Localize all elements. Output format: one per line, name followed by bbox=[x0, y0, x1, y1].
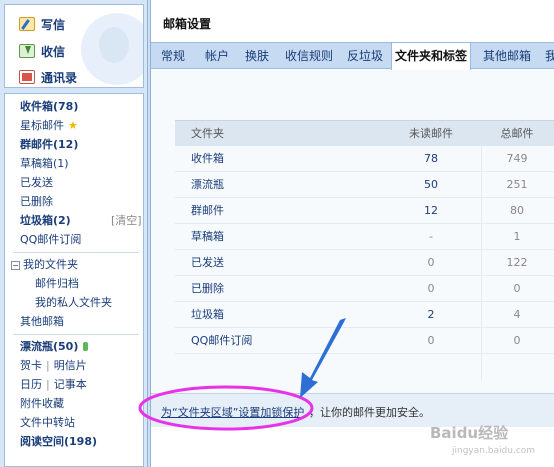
bottle-icon bbox=[83, 342, 89, 351]
quick-actions: 写信 收信 通讯录 bbox=[4, 4, 144, 88]
table-header: 文件夹 未读邮件 总邮件 bbox=[175, 120, 554, 146]
folder-name[interactable]: 垃圾箱 bbox=[191, 302, 224, 328]
folder-name[interactable]: 已删除 bbox=[191, 276, 224, 302]
table-row: 收件箱 78 749 bbox=[175, 146, 554, 172]
divider bbox=[13, 252, 139, 253]
folder-name[interactable]: 草稿箱 bbox=[191, 224, 224, 250]
header-folder: 文件夹 bbox=[191, 127, 224, 140]
tab-other-mailbox[interactable]: 其他邮箱 bbox=[483, 43, 531, 69]
contacts-icon bbox=[19, 70, 35, 84]
folder-starred-label: 星标邮件 bbox=[20, 119, 64, 132]
table-row: 已发送 0 122 bbox=[175, 250, 554, 276]
card-row: 贺卡 | 明信片 bbox=[20, 357, 87, 375]
folder-name[interactable]: 已发送 bbox=[191, 250, 224, 276]
folder-starred[interactable]: 星标邮件 ★ bbox=[20, 117, 78, 135]
compose-icon bbox=[19, 17, 35, 31]
unread-count[interactable]: 12 bbox=[411, 198, 451, 224]
folder-list: 收件箱(78) 星标邮件 ★ 群邮件(12) 草稿箱(1) 已发送 已删除 垃圾箱… bbox=[4, 93, 144, 467]
my-folders-toggle[interactable]: − 我的文件夹 bbox=[11, 256, 78, 274]
calendar-link[interactable]: 日历 bbox=[20, 378, 42, 391]
table-row: 垃圾箱 2 4 bbox=[175, 302, 554, 328]
folder-name[interactable]: 漂流瓶 bbox=[191, 172, 224, 198]
separator: | bbox=[46, 378, 50, 391]
reading-space-link[interactable]: 阅读空间(198) bbox=[20, 433, 97, 451]
folder-name[interactable]: QQ邮件订阅 bbox=[191, 328, 252, 354]
tab-rules[interactable]: 收信规则 bbox=[285, 43, 333, 69]
page-title: 邮箱设置 bbox=[163, 17, 212, 31]
tab-more[interactable]: 我 bbox=[545, 43, 554, 69]
notepad-link[interactable]: 记事本 bbox=[54, 378, 87, 391]
receive-label: 收信 bbox=[41, 44, 66, 59]
divider bbox=[13, 334, 139, 335]
header-unread: 未读邮件 bbox=[409, 127, 453, 140]
spam-clear-link[interactable]: [清空] bbox=[111, 212, 142, 230]
table-row: 群邮件 12 80 bbox=[175, 198, 554, 224]
compose-button[interactable]: 写信 bbox=[19, 13, 65, 35]
file-transfer-link[interactable]: 文件中转站 bbox=[20, 414, 75, 432]
folder-sent[interactable]: 已发送 bbox=[20, 174, 53, 192]
star-icon: ★ bbox=[68, 119, 78, 132]
unread-count: - bbox=[429, 230, 433, 243]
folder-deleted[interactable]: 已删除 bbox=[20, 193, 53, 211]
total-count: 0 bbox=[513, 282, 521, 295]
folders-panel: 文件夹 未读邮件 总邮件 收件箱 78 749 漂流瓶 50 251 群邮件 1… bbox=[151, 70, 554, 393]
table-row: QQ邮件订阅 0 0 bbox=[175, 328, 554, 354]
drift-bottle-link[interactable]: 漂流瓶(50) bbox=[20, 338, 89, 356]
settings-main: 邮箱设置 常规 帐户 换肤 收信规则 反垃圾 文件夹和标签 其他邮箱 我 文件夹… bbox=[150, 0, 554, 467]
table-row: 草稿箱 - 1 bbox=[175, 224, 554, 250]
total-count: 80 bbox=[510, 204, 524, 217]
other-mailbox-link[interactable]: 其他邮箱 bbox=[20, 313, 64, 331]
my-folders-label: 我的文件夹 bbox=[23, 258, 78, 271]
tab-account[interactable]: 帐户 bbox=[205, 43, 229, 69]
tab-skin[interactable]: 换肤 bbox=[245, 43, 269, 69]
unread-count: 0 bbox=[427, 334, 435, 347]
watermark-url: jingyan.baidu.com bbox=[452, 446, 536, 456]
folder-private[interactable]: 我的私人文件夹 bbox=[35, 294, 112, 312]
settings-tabs: 常规 帐户 换肤 收信规则 反垃圾 文件夹和标签 其他邮箱 我 bbox=[151, 42, 554, 70]
calendar-row: 日历 | 记事本 bbox=[20, 376, 87, 394]
folder-mail-archive[interactable]: 邮件归档 bbox=[35, 275, 79, 293]
contacts-button[interactable]: 通讯录 bbox=[19, 66, 78, 87]
sidebar: 写信 收信 通讯录 收件箱(78) 星标邮件 ★ 群邮件(12) 草稿箱(1) 已… bbox=[0, 0, 148, 467]
tab-anti-spam[interactable]: 反垃圾 bbox=[347, 43, 383, 69]
postcard-link[interactable]: 明信片 bbox=[54, 359, 87, 372]
total-count: 4 bbox=[513, 308, 521, 321]
total-count: 749 bbox=[506, 152, 528, 165]
collapse-icon: − bbox=[11, 261, 20, 270]
compose-label: 写信 bbox=[41, 17, 66, 32]
unread-count: 0 bbox=[427, 256, 435, 269]
folder-group[interactable]: 群邮件(12) bbox=[20, 136, 78, 154]
total-count: 251 bbox=[506, 178, 528, 191]
drift-bottle-label: 漂流瓶(50) bbox=[20, 340, 79, 353]
folder-name[interactable]: 群邮件 bbox=[191, 198, 224, 224]
tab-general[interactable]: 常规 bbox=[161, 43, 185, 69]
separator: | bbox=[46, 359, 50, 372]
card-link[interactable]: 贺卡 bbox=[20, 359, 42, 372]
protect-tip-text: ，让你的邮件更加安全。 bbox=[309, 406, 430, 419]
receive-button[interactable]: 收信 bbox=[19, 40, 65, 62]
attachments-link[interactable]: 附件收藏 bbox=[20, 395, 64, 413]
folder-drafts[interactable]: 草稿箱(1) bbox=[20, 155, 69, 173]
receive-icon bbox=[19, 44, 35, 58]
unread-count: 0 bbox=[427, 282, 435, 295]
folder-inbox[interactable]: 收件箱(78) bbox=[20, 98, 78, 116]
header-total: 总邮件 bbox=[500, 127, 534, 140]
folder-name[interactable]: 收件箱 bbox=[191, 146, 224, 172]
contacts-label: 通讯录 bbox=[41, 70, 78, 85]
table-row: 漂流瓶 50 251 bbox=[175, 172, 554, 198]
mascot-decoration bbox=[81, 13, 143, 85]
unread-count[interactable]: 78 bbox=[411, 146, 451, 172]
total-count: 122 bbox=[506, 256, 528, 269]
folder-lock-link[interactable]: 为“文件夹区域”设置加锁保护 bbox=[161, 404, 304, 420]
unread-count[interactable]: 2 bbox=[411, 302, 451, 328]
tab-folders-labels[interactable]: 文件夹和标签 bbox=[391, 43, 471, 70]
folder-qq-subscribe[interactable]: QQ邮件订阅 bbox=[20, 231, 81, 249]
watermark-logo: Baidu经验 bbox=[430, 424, 509, 442]
total-count: 1 bbox=[513, 230, 521, 243]
unread-count[interactable]: 50 bbox=[411, 172, 451, 198]
folder-spam[interactable]: 垃圾箱(2) bbox=[20, 212, 71, 230]
total-count: 0 bbox=[513, 334, 521, 347]
table-row: 已删除 0 0 bbox=[175, 276, 554, 302]
